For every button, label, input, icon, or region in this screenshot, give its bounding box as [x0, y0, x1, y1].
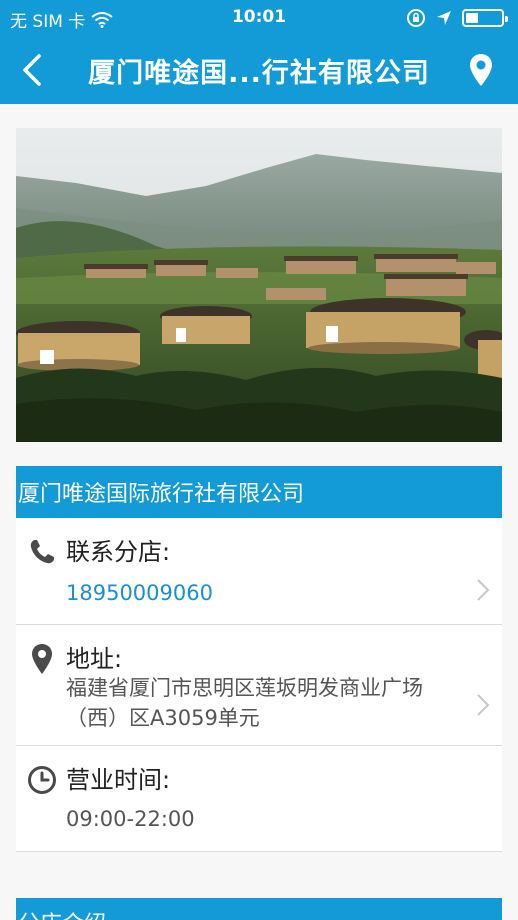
chevron-right-icon [477, 579, 490, 601]
section-spacer [16, 852, 502, 898]
rotation-lock-icon [407, 9, 425, 27]
phone-number-link[interactable]: 18950009060 [66, 578, 213, 608]
address-text: 福建省厦门市思明区莲坂明发商业广场（西）区A3059单元 [66, 676, 423, 730]
address-label: 地址: [66, 645, 123, 673]
hours-label: 营业时间: [66, 766, 171, 794]
nav-bar: 厦门唯途国...行社有限公司 [0, 36, 518, 104]
battery-icon [462, 9, 508, 27]
phone-row[interactable]: 联系分店: 18950009060 [16, 518, 502, 625]
page-title: 厦门唯途国...行社有限公司 [88, 58, 430, 89]
chevron-right-icon [477, 694, 490, 716]
map-location-button[interactable] [464, 50, 498, 90]
location-arrow-icon [437, 11, 451, 25]
phone-icon [30, 540, 54, 564]
contact-label: 联系分店: [66, 538, 171, 566]
location-pin-icon [470, 54, 492, 86]
top-bar: 无 SIM 卡 10:01 厦门唯途国...行社有限公司 [0, 0, 518, 104]
clock-icon [28, 766, 56, 794]
company-name-header: 厦门唯途国际旅行社有限公司 [16, 466, 502, 518]
location-pin-icon [32, 644, 52, 674]
address-row[interactable]: 地址: 福建省厦门市思明区莲坂明发商业广场（西）区A3059单元 [16, 625, 502, 746]
hours-text: 09:00-22:00 [66, 807, 195, 831]
back-button[interactable] [12, 50, 52, 90]
business-hours-row: 营业时间: 09:00-22:00 [16, 746, 502, 852]
store-photo [16, 128, 502, 442]
chevron-left-icon [23, 54, 41, 86]
store-photo-card [16, 128, 502, 442]
status-bar: 无 SIM 卡 10:01 [0, 0, 518, 36]
store-intro-header: 分店介绍 [16, 898, 502, 920]
